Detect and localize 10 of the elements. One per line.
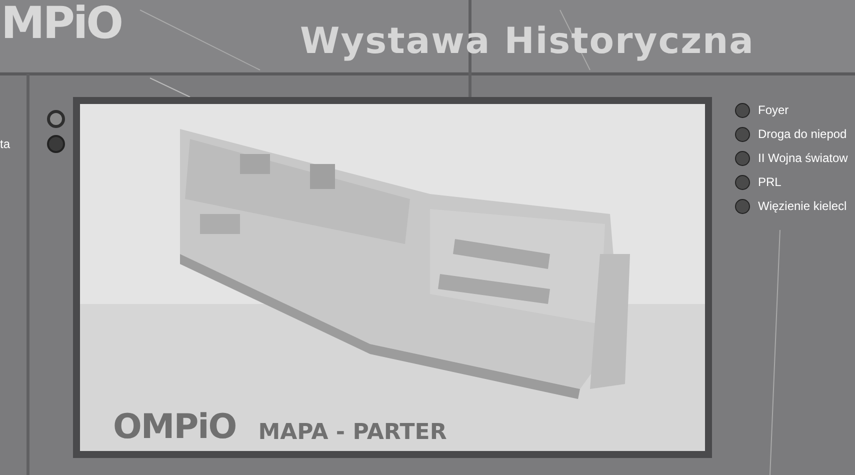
menu-link[interactable]: II Wojna światow xyxy=(758,149,848,167)
page-title: Wystawa Historyczna xyxy=(300,24,754,60)
menu-link[interactable]: Droga do niepod xyxy=(758,125,847,143)
menu-link[interactable]: Więzienie kielecl xyxy=(758,197,847,215)
map-logo: OMPiO xyxy=(113,410,236,444)
menu-link[interactable]: Foyer xyxy=(758,101,789,119)
menu-link[interactable]: PRL xyxy=(758,173,782,191)
menu-label[interactable]: ta xyxy=(0,135,10,153)
logo: MPiO xyxy=(1,2,122,46)
map-caption: MAPA - PARTER xyxy=(258,422,447,444)
